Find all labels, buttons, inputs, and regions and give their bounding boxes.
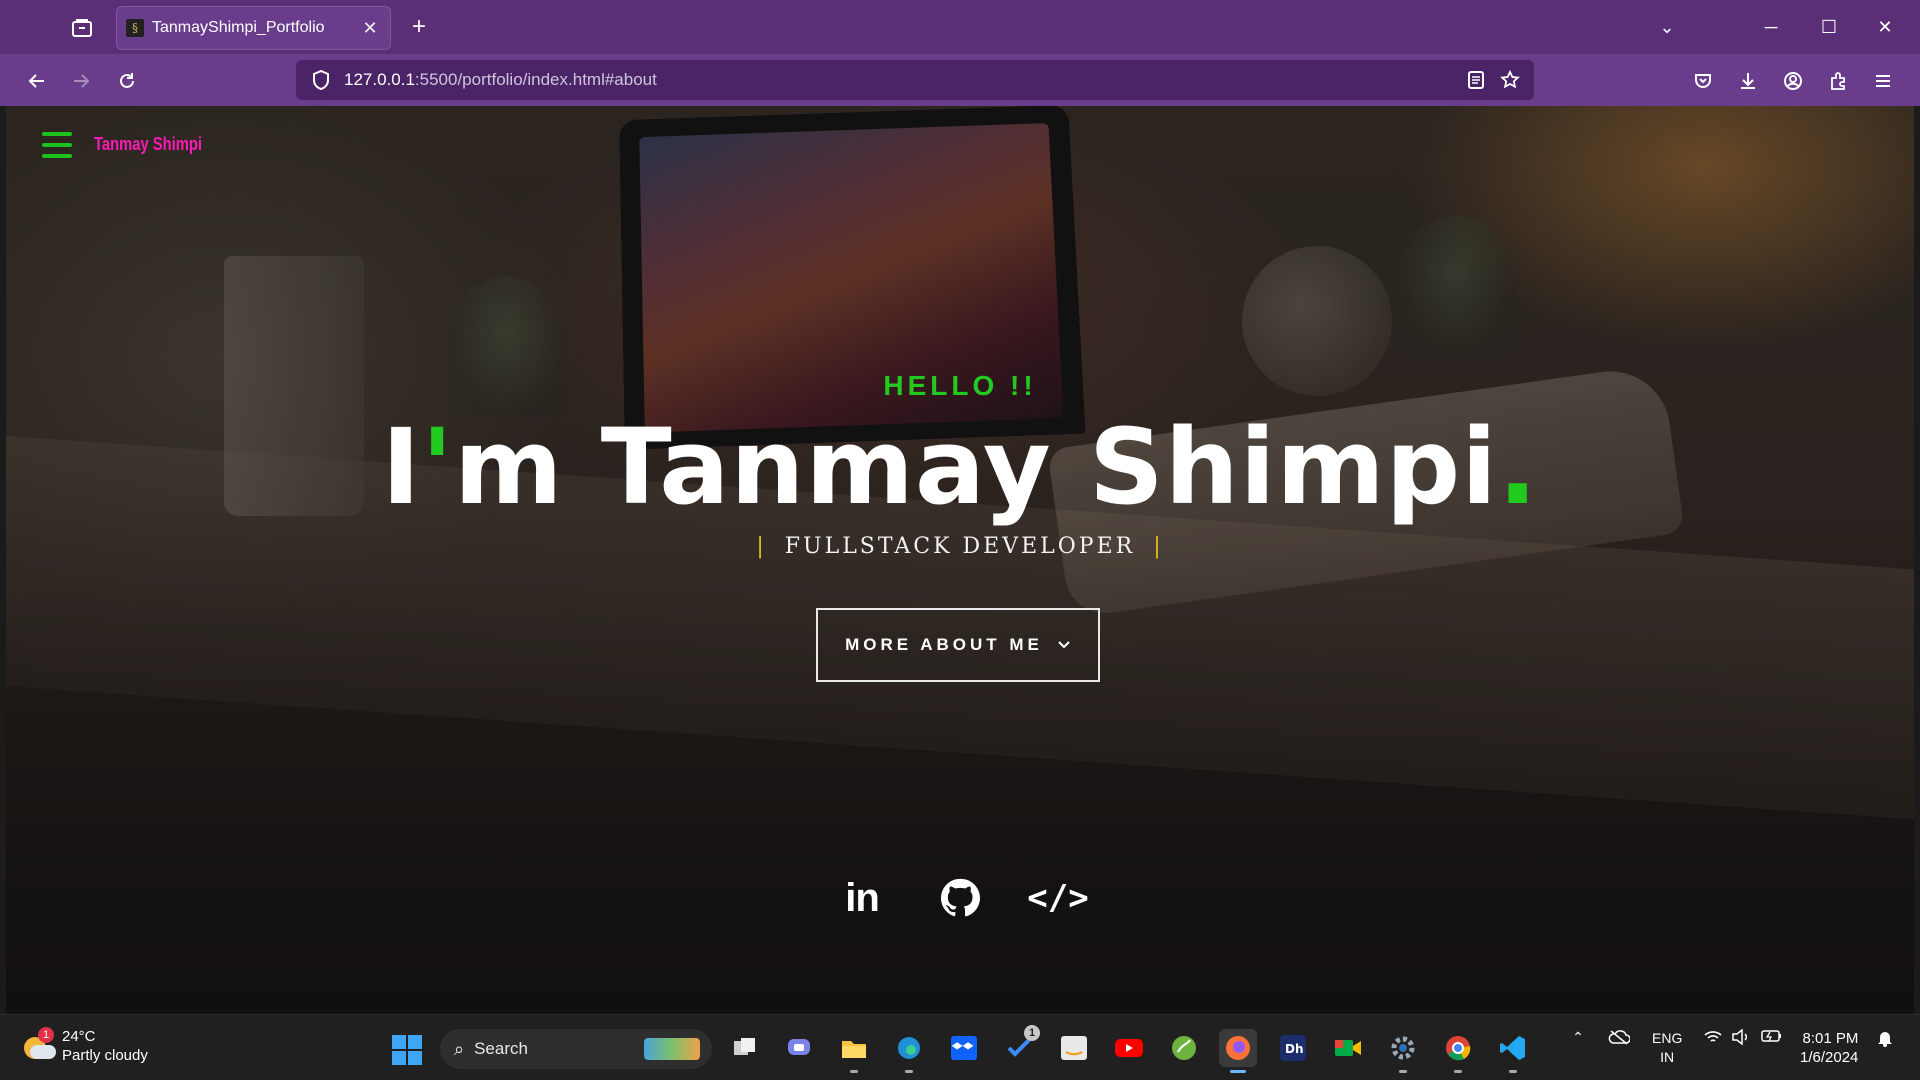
list-all-tabs-chevron-icon[interactable]: ⌄ <box>1644 10 1690 44</box>
portfolio-hero-section: Tanmay Shimpi HELLO !! I'm Tanmay Shimpi… <box>6 106 1914 1014</box>
hero-greeting: HELLO !! <box>883 370 1037 401</box>
reload-button[interactable] <box>110 64 144 98</box>
forward-button[interactable] <box>64 64 98 98</box>
github-link[interactable] <box>938 876 982 920</box>
lang-top: ENG <box>1652 1030 1683 1046</box>
weather-desc: Partly cloudy <box>62 1047 148 1064</box>
hero-name-prefix: I <box>381 406 422 528</box>
url-path: :5500/portfolio/index.html#about <box>414 70 657 89</box>
todo-badge: 1 <box>1024 1025 1040 1041</box>
forward-arrow-icon <box>74 74 90 88</box>
teams-chat-icon[interactable] <box>780 1029 818 1067</box>
tab-manager-button[interactable] <box>64 14 100 42</box>
notification-bell-icon[interactable] <box>1874 1029 1896 1047</box>
edge-browser-icon[interactable] <box>890 1029 928 1073</box>
code-profile-link[interactable]: </> <box>1027 876 1088 920</box>
system-clock[interactable]: 8:01 PM 1/6/2024 <box>1800 1029 1858 1067</box>
show-hidden-icons-chevron-icon[interactable]: ⌃ <box>1566 1029 1590 1046</box>
linkedin-link[interactable]: in <box>840 876 884 920</box>
clock-time: 8:01 PM <box>1802 1030 1859 1047</box>
search-label: Search <box>474 1039 528 1058</box>
volume-icon[interactable] <box>1730 1029 1752 1045</box>
role-text: FULLSTACK DEVELOPER <box>784 534 1136 559</box>
hero-name: I'm Tanmay Shimpi. <box>6 410 1914 524</box>
chrome-icon[interactable] <box>1439 1029 1477 1073</box>
reload-icon <box>120 73 134 88</box>
maximize-button[interactable]: ☐ <box>1806 10 1852 44</box>
role-separator-right: | <box>1153 534 1164 559</box>
site-favicon-icon: § <box>126 19 144 37</box>
weather-widget[interactable]: 1 24°C Partly cloudy <box>22 1027 148 1065</box>
todo-icon[interactable]: 1 <box>1000 1025 1040 1067</box>
close-window-button[interactable]: ✕ <box>1862 10 1908 44</box>
taskbar-search[interactable]: ⌕ Search <box>440 1029 712 1069</box>
tab-close-icon[interactable]: ✕ <box>359 18 381 39</box>
more-about-me-label: MORE ABOUT ME <box>845 635 1043 654</box>
svg-text:Dh: Dh <box>1285 1042 1304 1056</box>
lang-bottom: IN <box>1660 1049 1675 1065</box>
reader-view-icon[interactable] <box>1466 70 1486 90</box>
search-highlight-icon <box>644 1038 700 1060</box>
shield-icon[interactable] <box>310 69 332 91</box>
new-tab-button[interactable]: + <box>404 12 434 42</box>
start-button-windows-icon[interactable] <box>392 1035 422 1065</box>
browser-navbar: 127.0.0.1:5500/portfolio/index.html#abou… <box>0 54 1920 1074</box>
linkedin-icon: in <box>845 875 880 920</box>
menu-hamburger-icon[interactable] <box>1866 64 1900 98</box>
account-icon[interactable] <box>1776 64 1810 98</box>
address-bar[interactable]: 127.0.0.1:5500/portfolio/index.html#abou… <box>296 60 1534 1074</box>
chevron-down-icon <box>1057 637 1071 653</box>
hero-role: | FULLSTACK DEVELOPER | <box>6 534 1914 559</box>
tab-manager-icon <box>72 19 92 37</box>
site-menu-hamburger-icon[interactable] <box>42 132 72 158</box>
file-explorer-icon[interactable] <box>835 1029 873 1073</box>
weather-temp: 24°C <box>62 1028 96 1045</box>
code-icon: </> <box>1027 878 1089 918</box>
bookmark-star-icon[interactable] <box>1500 70 1520 90</box>
hero-name-dot: . <box>1497 406 1539 528</box>
back-button[interactable] <box>20 64 54 98</box>
task-view-icon[interactable] <box>726 1029 764 1067</box>
vscode-icon[interactable] <box>1494 1029 1532 1073</box>
more-about-me-button[interactable]: MORE ABOUT ME <box>816 608 1100 682</box>
youtube-icon[interactable] <box>1110 1029 1148 1067</box>
hero-name-apostrophe: ' <box>421 406 455 528</box>
url-host: 127.0.0.1 <box>344 70 415 89</box>
browser-titlebar: § TanmayShimpi_Portfolio ✕ + ⌄ ─ ☐ ✕ <box>0 0 1920 54</box>
social-links: in </> <box>6 876 1914 920</box>
search-icon: ⌕ <box>454 1038 465 1059</box>
pocket-icon[interactable] <box>1686 64 1720 98</box>
devhub-icon[interactable]: Dh <box>1274 1029 1312 1067</box>
tab-title: TanmayShimpi_Portfolio <box>152 19 325 36</box>
input-language-indicator[interactable]: ENG IN <box>1652 1029 1682 1067</box>
windows-taskbar: 1 24°C Partly cloudy ⌕ Search 1 Dh ⌃ ENG I… <box>0 1014 1920 1080</box>
site-brand[interactable]: Tanmay Shimpi <box>94 134 202 155</box>
amazon-icon[interactable] <box>1055 1029 1093 1067</box>
downloads-icon[interactable] <box>1731 64 1765 98</box>
wifi-icon[interactable] <box>1702 1029 1724 1045</box>
partly-cloudy-icon: 1 <box>22 1027 56 1061</box>
hero-name-rest: m Tanmay Shimpi <box>454 406 1498 528</box>
back-arrow-icon <box>28 74 44 88</box>
google-meet-icon[interactable] <box>1329 1029 1367 1067</box>
onedrive-offline-icon[interactable] <box>1606 1029 1632 1045</box>
clock-date: 1/6/2024 <box>1800 1049 1859 1066</box>
browser-tab-active[interactable]: § TanmayShimpi_Portfolio ✕ <box>116 6 391 50</box>
battery-charging-icon[interactable] <box>1760 1029 1784 1043</box>
firefox-icon[interactable] <box>1219 1029 1257 1073</box>
weather-badge: 1 <box>38 1027 54 1043</box>
role-separator-left: | <box>756 534 767 559</box>
settings-gear-icon[interactable] <box>1384 1029 1422 1073</box>
dropbox-icon[interactable] <box>945 1029 983 1067</box>
github-icon <box>940 878 980 917</box>
spring-tools-icon[interactable] <box>1165 1029 1203 1067</box>
minimize-button[interactable]: ─ <box>1748 10 1794 44</box>
url-text[interactable]: 127.0.0.1:5500/portfolio/index.html#abou… <box>344 70 657 90</box>
extensions-icon[interactable] <box>1821 64 1855 98</box>
